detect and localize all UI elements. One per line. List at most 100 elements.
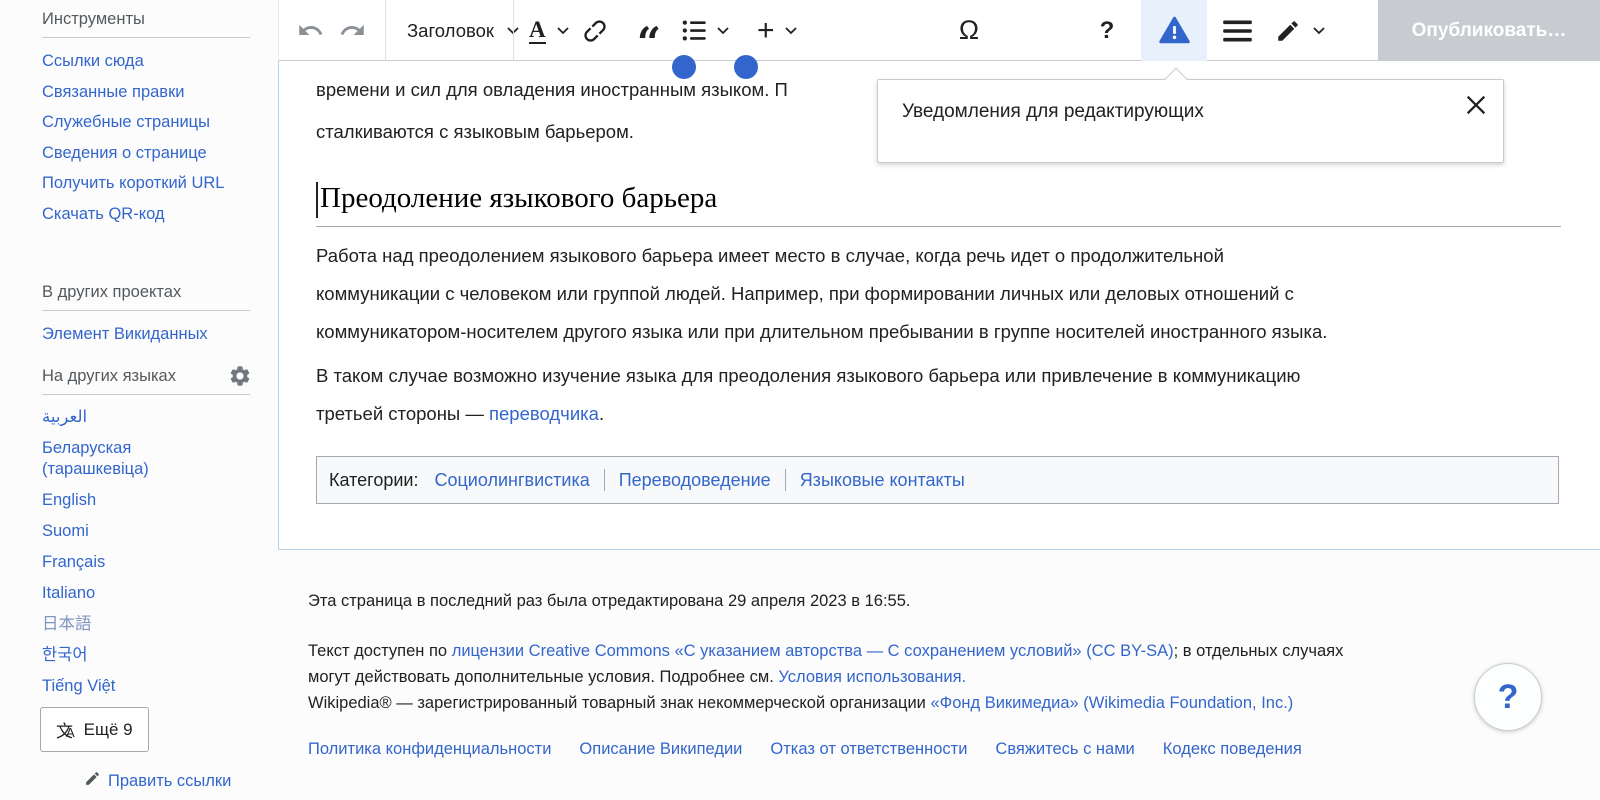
language-link-french[interactable]: Français xyxy=(42,553,105,571)
more-languages-button[interactable]: 文А Ещё 9 xyxy=(40,707,149,752)
sidebar: Инструменты Ссылки сюда Связанные правки… xyxy=(0,0,278,800)
language-link-italian[interactable]: Italiano xyxy=(42,584,95,602)
license-text: Текст доступен по лицензии Creative Comm… xyxy=(308,638,1343,716)
categories-label: Категории: xyxy=(329,470,418,491)
tools-header: Инструменты xyxy=(42,10,250,38)
editor-toolbar: Заголовок A “ + Ω ? xyxy=(278,0,1600,61)
chevron-down-icon xyxy=(717,27,729,35)
language-link-belarusian[interactable]: Беларуская (тарашкевіца) xyxy=(42,439,149,478)
section-heading: Преодоление языкового барьера xyxy=(316,177,1561,227)
list-structure-dropdown[interactable] xyxy=(681,0,729,61)
languages-header-label: На других языках xyxy=(42,367,176,385)
list-item: Беларуская (тарашкевіца) xyxy=(42,438,227,480)
language-link-arabic[interactable]: العربية xyxy=(42,408,87,426)
sidebar-item-special-pages[interactable]: Служебные страницы xyxy=(42,113,210,131)
paragraph-line: сталкиваются с языковым барьером. xyxy=(316,111,788,153)
category-divider xyxy=(785,469,786,491)
floating-help-button[interactable]: ? xyxy=(1474,663,1542,731)
wikimedia-foundation-link[interactable]: «Фонд Викимедиа» (Wikimedia Foundation, … xyxy=(930,694,1293,712)
languages-section: На других языках العربية Беларуская (тар… xyxy=(42,367,250,707)
link-button[interactable] xyxy=(575,0,615,61)
paragraph-style-dropdown[interactable]: Заголовок xyxy=(399,0,527,61)
disclaimer-link[interactable]: Отказ от ответственности xyxy=(770,740,967,759)
category-divider xyxy=(604,469,605,491)
language-link-vietnamese[interactable]: Tiếng Việt xyxy=(42,677,115,695)
privacy-policy-link[interactable]: Политика конфиденциальности xyxy=(308,740,551,759)
page-options-menu-button[interactable] xyxy=(1215,0,1259,61)
pencil-icon xyxy=(1275,18,1301,44)
language-link-japanese[interactable]: 日本語 xyxy=(42,615,92,633)
redo-button[interactable] xyxy=(337,0,367,61)
about-wikipedia-link[interactable]: Описание Википедии xyxy=(579,740,742,759)
list-item: Скачать QR-код xyxy=(42,203,227,226)
close-icon[interactable] xyxy=(1465,94,1487,116)
feature-dot-icon xyxy=(672,55,696,79)
language-link-finnish[interactable]: Suomi xyxy=(42,522,89,540)
paragraph-line: Работа над преодолением языкового барьер… xyxy=(316,237,1327,275)
paragraph-text: . xyxy=(599,403,604,424)
list-item: Français xyxy=(42,552,227,573)
list-item: 日本語 xyxy=(42,614,227,635)
editing-mode-dropdown[interactable] xyxy=(1275,0,1325,61)
editor-notices-popup: Уведомления для редактирующих xyxy=(877,79,1504,163)
license-text-part: Wikipedia® — зарегистрированный товарный… xyxy=(308,694,930,712)
warning-triangle-icon xyxy=(1159,15,1190,46)
sidebar-item-related-changes[interactable]: Связанные правки xyxy=(42,83,185,101)
question-mark-icon: ? xyxy=(1498,678,1519,717)
sidebar-item-qr-code[interactable]: Скачать QR-код xyxy=(42,205,165,223)
article-paragraph: В таком случае возможно изучение языка д… xyxy=(316,357,1300,433)
publish-button[interactable]: Опубликовать… xyxy=(1378,0,1600,61)
footer-links: Политика конфиденциальности Описание Вик… xyxy=(308,740,1302,759)
toolbar-divider xyxy=(385,0,386,61)
page: Инструменты Ссылки сюда Связанные правки… xyxy=(0,0,1600,800)
blockquote-button[interactable]: “ xyxy=(629,0,669,61)
contact-link[interactable]: Свяжитесь с нами xyxy=(995,740,1134,759)
category-link[interactable]: Переводоведение xyxy=(619,470,771,491)
edit-links-label[interactable]: Править ссылки xyxy=(108,772,231,791)
other-projects-header: В других проектах xyxy=(42,283,250,311)
editor-notices-button[interactable] xyxy=(1141,0,1207,61)
gear-icon[interactable] xyxy=(228,364,252,388)
license-text-part: могут действовать дополнительные условия… xyxy=(308,668,778,686)
insert-dropdown[interactable]: + xyxy=(757,0,797,61)
section-heading-text: Преодоление языкового барьера xyxy=(320,182,717,214)
article-partial-paragraph: времени и сил для овладения иностранным … xyxy=(316,69,788,153)
category-link[interactable]: Социолингвистика xyxy=(434,470,589,491)
license-text-part: Текст доступен по xyxy=(308,642,452,660)
translator-link[interactable]: переводчика xyxy=(489,403,599,424)
sidebar-item-wikidata[interactable]: Элемент Викиданных xyxy=(42,325,208,343)
edit-interlanguage-links[interactable]: Править ссылки xyxy=(84,770,231,792)
sidebar-item-what-links-here[interactable]: Ссылки сюда xyxy=(42,52,144,70)
paragraph-line: третьей стороны — переводчика. xyxy=(316,395,1300,433)
cc-license-link[interactable]: лицензии Creative Commons «С указанием а… xyxy=(452,642,1174,660)
link-icon xyxy=(574,9,616,51)
list-item: 한국어 xyxy=(42,645,227,666)
language-link-english[interactable]: English xyxy=(42,491,96,509)
list-item: Suomi xyxy=(42,521,227,542)
license-line: Wikipedia® — зарегистрированный товарный… xyxy=(308,690,1343,716)
category-link[interactable]: Языковые контакты xyxy=(800,470,965,491)
pencil-icon xyxy=(84,770,101,792)
language-link-korean[interactable]: 한국어 xyxy=(42,646,88,664)
other-projects-section: В других проектах Элемент Викиданных xyxy=(42,283,250,354)
sidebar-item-page-info[interactable]: Сведения о странице xyxy=(42,144,207,162)
redo-icon xyxy=(339,17,366,44)
chevron-down-icon xyxy=(785,27,797,35)
list-item: Элемент Викиданных xyxy=(42,323,227,346)
chevron-down-icon xyxy=(557,27,569,35)
special-character-button[interactable]: Ω xyxy=(951,0,987,61)
paragraph-line: времени и сил для овладения иностранным … xyxy=(316,69,788,111)
languages-header: На других языках xyxy=(42,367,250,395)
license-text-part: ; в отдельных случаях xyxy=(1174,642,1344,660)
terms-of-use-link[interactable]: Условия использования. xyxy=(778,668,966,686)
paragraph-text: третьей стороны — xyxy=(316,403,489,424)
sidebar-item-short-url[interactable]: Получить короткий URL xyxy=(42,174,224,192)
list-item: العربية xyxy=(42,407,227,428)
code-of-conduct-link[interactable]: Кодекс поведения xyxy=(1163,740,1302,759)
language-icon: 文А xyxy=(56,717,75,742)
tools-section: Инструменты Ссылки сюда Связанные правки… xyxy=(42,10,250,233)
text-style-dropdown[interactable]: A xyxy=(529,0,569,61)
help-button[interactable]: ? xyxy=(1087,0,1127,61)
list-item: Сведения о странице xyxy=(42,142,227,165)
undo-button[interactable] xyxy=(295,0,325,61)
